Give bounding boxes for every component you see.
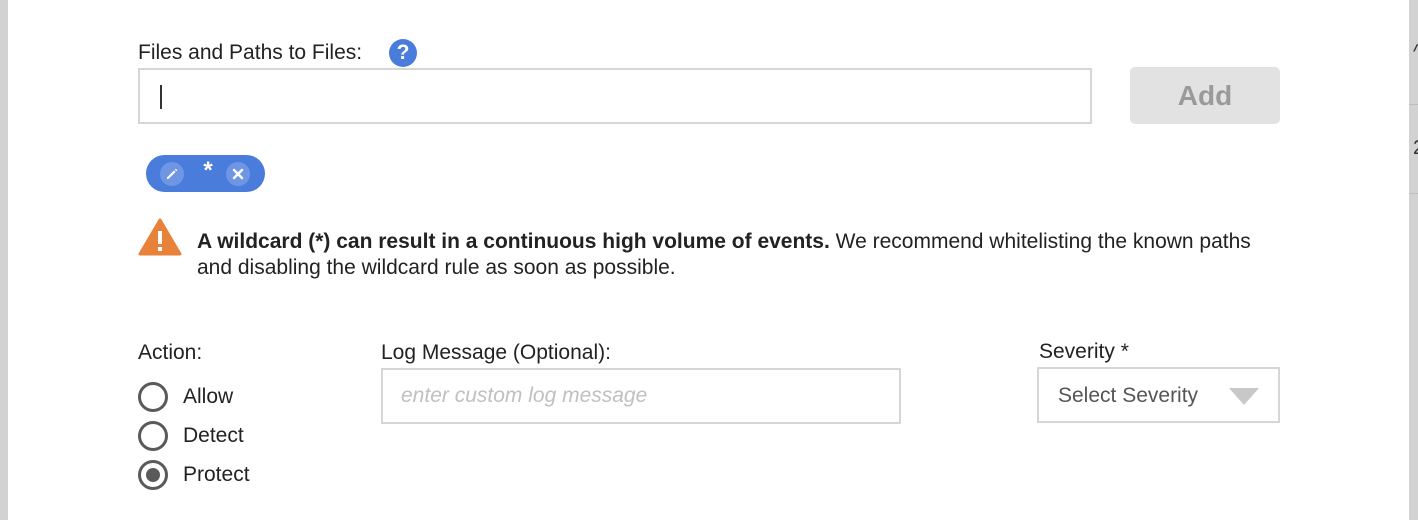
files-path-input[interactable] bbox=[138, 68, 1092, 124]
warning-bold-text: A wildcard (*) can result in a continuou… bbox=[197, 230, 830, 253]
radio-protect[interactable]: Protect bbox=[138, 460, 250, 490]
close-icon[interactable] bbox=[226, 162, 250, 186]
radio-allow[interactable]: Allow bbox=[138, 382, 233, 412]
background-divider bbox=[1409, 193, 1418, 194]
background-text-fragment: 2 bbox=[1413, 138, 1418, 158]
severity-selected-value: Select Severity bbox=[1058, 384, 1199, 407]
background-divider bbox=[1409, 104, 1418, 105]
warning-triangle-icon bbox=[138, 218, 182, 256]
severity-select[interactable]: Select Severity bbox=[1037, 367, 1280, 423]
question-mark-icon[interactable]: ? bbox=[389, 39, 417, 67]
radio-detect[interactable]: Detect bbox=[138, 421, 244, 451]
radio-label: Protect bbox=[183, 463, 250, 486]
rule-dialog: Files and Paths to Files: ? Add * A wild… bbox=[8, 0, 1409, 520]
radio-label: Allow bbox=[183, 385, 234, 408]
radio-label: Detect bbox=[183, 424, 244, 447]
action-label: Action: bbox=[138, 341, 203, 364]
severity-label: Severity * bbox=[1039, 340, 1129, 363]
wildcard-warning: A wildcard (*) can result in a continuou… bbox=[197, 229, 1257, 281]
add-button[interactable]: Add bbox=[1130, 67, 1280, 124]
chip-label: * bbox=[203, 157, 213, 184]
background-text-fragment: ^ bbox=[1413, 41, 1418, 63]
text-cursor bbox=[160, 85, 162, 109]
pencil-icon[interactable] bbox=[160, 162, 184, 186]
log-message-label: Log Message (Optional): bbox=[381, 341, 611, 364]
radio-button[interactable] bbox=[138, 382, 168, 412]
log-message-input[interactable] bbox=[381, 368, 901, 424]
files-label: Files and Paths to Files: bbox=[138, 41, 363, 64]
path-chip: * bbox=[146, 155, 265, 192]
radio-button-selected[interactable] bbox=[138, 460, 168, 490]
radio-button[interactable] bbox=[138, 421, 168, 451]
chevron-down-icon bbox=[1229, 388, 1259, 405]
